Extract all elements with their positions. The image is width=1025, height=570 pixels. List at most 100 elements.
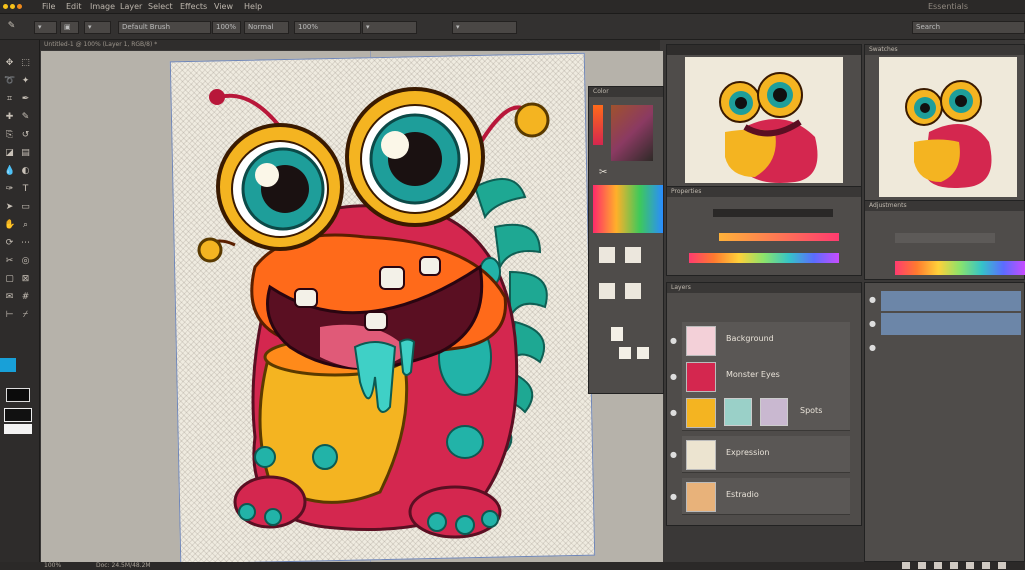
layer-mask-thumbnail[interactable] xyxy=(760,398,788,426)
swatch-icon[interactable] xyxy=(625,283,641,299)
workspace-label[interactable]: Essentials xyxy=(928,2,968,11)
stamp-tool-icon[interactable]: ⎘ xyxy=(4,130,15,141)
visibility-eye-icon[interactable]: ● xyxy=(670,450,677,459)
blend-mode-dropdown[interactable]: Normal xyxy=(244,21,289,34)
screen-mode-icon[interactable]: ▢ xyxy=(4,274,15,285)
brush-icon[interactable]: ✎ xyxy=(20,112,31,123)
gradient-bar[interactable] xyxy=(689,253,839,263)
menu-item-edit[interactable]: Edit xyxy=(66,2,82,11)
flow-field[interactable]: 100% xyxy=(294,21,361,34)
menu-item-select[interactable]: Select xyxy=(148,2,173,11)
ruler-tool-icon[interactable]: ⊢ xyxy=(4,310,15,321)
document-tab[interactable]: Untitled-1 @ 100% (Layer 1, RGB/8) * xyxy=(40,40,660,50)
zoom-tool-icon[interactable]: ⌕ xyxy=(20,220,31,231)
brush-tool-icon[interactable]: ✎ xyxy=(6,21,17,32)
panel-button[interactable] xyxy=(934,562,942,569)
history-brush-icon[interactable]: ↺ xyxy=(20,130,31,141)
quick-mask-icon[interactable]: ◎ xyxy=(20,256,31,267)
menu-item-layer[interactable]: Layer xyxy=(120,2,142,11)
brush-picker-button[interactable]: ▣ xyxy=(60,21,79,34)
layer-row[interactable]: ● Monster Eyes xyxy=(670,358,850,395)
swatch-icon[interactable] xyxy=(599,283,615,299)
marquee-tool-icon[interactable]: ⬚ xyxy=(20,58,31,69)
adjustments-tab[interactable]: Adjustments xyxy=(865,201,1024,211)
preset-dropdown[interactable]: Default Brush xyxy=(118,21,211,34)
layer-name[interactable]: Background xyxy=(726,334,774,343)
lasso-tool-icon[interactable]: ➰ xyxy=(4,76,15,87)
healing-tool-icon[interactable]: ✚ xyxy=(4,112,15,123)
more-tools-icon[interactable]: ⋯ xyxy=(20,238,31,249)
mode-toggle[interactable]: ▾ xyxy=(84,21,111,34)
menu-item-file[interactable]: File xyxy=(42,2,55,11)
type-tool-icon[interactable]: T xyxy=(20,184,31,195)
frame-tool-icon[interactable]: ⊠ xyxy=(20,274,31,285)
navigator-preview[interactable] xyxy=(685,57,843,183)
dodge-tool-icon[interactable]: ◐ xyxy=(20,166,31,177)
visibility-eye-icon[interactable]: ● xyxy=(670,408,677,417)
layer-mask-thumbnail[interactable] xyxy=(724,398,752,426)
pen-tool-icon[interactable]: ✑ xyxy=(4,184,15,195)
count-tool-icon[interactable]: # xyxy=(20,292,31,303)
layer-name[interactable]: Estradio xyxy=(726,490,759,499)
background-color-swatch[interactable] xyxy=(6,388,30,402)
shape-tool-icon[interactable]: ▭ xyxy=(20,202,31,213)
layer-name[interactable]: Expression xyxy=(726,448,769,457)
visibility-eye-icon[interactable]: ● xyxy=(869,343,876,352)
layer-row[interactable]: ● Background xyxy=(670,322,850,359)
panel-button[interactable] xyxy=(982,562,990,569)
pressure-toggle[interactable]: ▾ xyxy=(452,21,517,34)
visibility-eye-icon[interactable]: ● xyxy=(869,295,876,304)
panel-button[interactable] xyxy=(998,562,1006,569)
swatch-icon[interactable] xyxy=(599,247,615,263)
property-slider[interactable] xyxy=(713,209,833,217)
preview-image[interactable] xyxy=(879,57,1017,197)
move-tool-icon[interactable]: ✥ xyxy=(4,58,15,69)
layer-row[interactable]: ● Estradio xyxy=(670,478,850,515)
crop-tool-icon[interactable]: ⌗ xyxy=(4,94,15,105)
menu-item-effects[interactable]: Effects xyxy=(180,2,207,11)
panel-button[interactable] xyxy=(966,562,974,569)
smoothing-field[interactable]: ▾ xyxy=(362,21,417,34)
adjustment-gradient[interactable] xyxy=(895,261,1025,275)
hue-slider[interactable] xyxy=(593,105,603,145)
eraser-icon[interactable]: ◪ xyxy=(4,148,15,159)
preview-tab[interactable]: Swatches xyxy=(865,45,1024,55)
gradient-slider[interactable] xyxy=(719,233,839,241)
gradient-tool-icon[interactable]: ▤ xyxy=(20,148,31,159)
edit-toolbar-icon[interactable]: ✂ xyxy=(4,256,15,267)
rotate-view-icon[interactable]: ⟳ xyxy=(4,238,15,249)
swap-colors-button[interactable] xyxy=(4,408,32,422)
default-colors-button[interactable] xyxy=(4,424,32,434)
layer-row[interactable]: ● Expression xyxy=(670,436,850,473)
layer-row[interactable]: ● Spots xyxy=(670,394,850,431)
slice-tool-icon[interactable]: ⌿ xyxy=(20,310,31,321)
foreground-color-swatch[interactable] xyxy=(0,358,16,372)
zoom-level[interactable]: 100% xyxy=(44,562,61,570)
swatch-icon[interactable] xyxy=(611,327,623,341)
swatch-icon[interactable] xyxy=(619,347,631,359)
color-spectrum[interactable] xyxy=(593,185,663,233)
brush-size-field[interactable]: ▾ xyxy=(34,21,57,34)
swatch-icon[interactable] xyxy=(625,247,641,263)
panel-button[interactable] xyxy=(918,562,926,569)
scissors-icon[interactable]: ✂ xyxy=(599,167,607,178)
layer-name[interactable]: Monster Eyes xyxy=(726,370,780,379)
menu-item-view[interactable]: View xyxy=(214,2,233,11)
menu-item-help[interactable]: Help xyxy=(244,2,262,11)
visibility-eye-icon[interactable]: ● xyxy=(670,372,677,381)
visibility-eye-icon[interactable]: ● xyxy=(670,492,677,501)
note-tool-icon[interactable]: ✉ xyxy=(4,292,15,303)
blur-tool-icon[interactable]: 💧 xyxy=(4,166,15,177)
panel-button[interactable] xyxy=(902,562,910,569)
right-layer-row[interactable] xyxy=(881,313,1021,335)
eyedropper-icon[interactable]: ✒ xyxy=(20,94,31,105)
layer-name[interactable]: Spots xyxy=(800,406,822,415)
swatch-icon[interactable] xyxy=(637,347,649,359)
saturation-field[interactable] xyxy=(611,105,653,161)
hand-tool-icon[interactable]: ✋ xyxy=(4,220,15,231)
panel-button[interactable] xyxy=(950,562,958,569)
opacity-field[interactable]: 100% xyxy=(212,21,241,34)
visibility-eye-icon[interactable]: ● xyxy=(670,336,677,345)
search-input[interactable]: Search xyxy=(912,21,1025,34)
path-select-icon[interactable]: ➤ xyxy=(4,202,15,213)
